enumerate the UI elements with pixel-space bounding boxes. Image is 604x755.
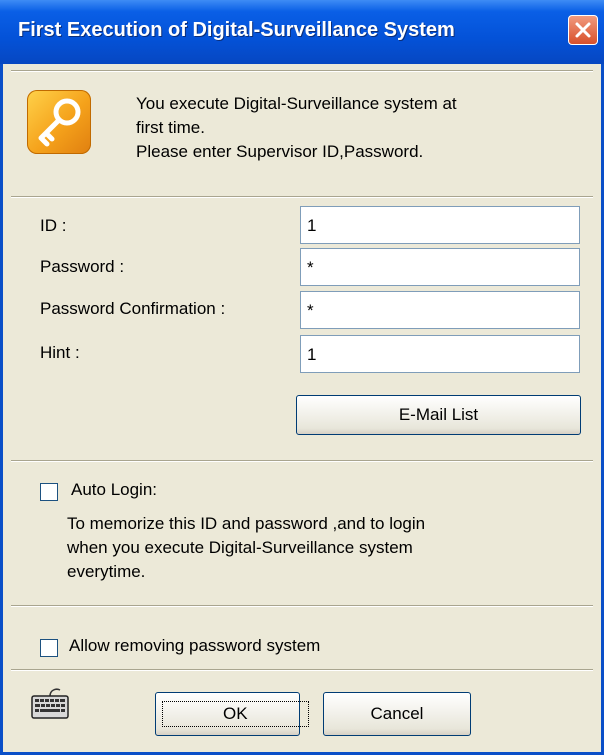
window-title: First Execution of Digital-Surveillance … — [18, 19, 455, 41]
form-divider — [11, 460, 593, 462]
intro-message: You execute Digital-Surveillance system … — [136, 92, 576, 164]
ok-label: OK — [162, 701, 309, 727]
auto-login-checkbox[interactable] — [40, 483, 58, 501]
id-field[interactable] — [300, 206, 580, 244]
auto-login-divider — [11, 605, 593, 607]
password-confirmation-field[interactable] — [300, 291, 580, 329]
cancel-button[interactable]: Cancel — [323, 692, 471, 736]
password-confirmation-label: Password Confirmation : — [40, 299, 226, 318]
password-label: Password : — [40, 257, 125, 276]
key-icon — [27, 90, 91, 154]
hint-field[interactable] — [300, 335, 580, 373]
password-field[interactable] — [300, 248, 580, 286]
auto-login-description: To memorize this ID and password ,and to… — [67, 512, 567, 584]
keyboard-icon[interactable] — [30, 684, 70, 720]
intro-line: You execute Digital-Surveillance system … — [136, 94, 457, 113]
footer-divider — [11, 669, 593, 671]
description-line: when you execute Digital-Surveillance sy… — [67, 538, 413, 557]
allow-remove-password-checkbox[interactable] — [40, 639, 58, 657]
hint-label: Hint : — [40, 343, 80, 362]
description-line: To memorize this ID and password ,and to… — [67, 514, 426, 533]
dialog-window: First Execution of Digital-Surveillance … — [0, 0, 604, 755]
top-divider — [11, 70, 593, 72]
close-icon — [575, 22, 591, 38]
description-line: everytime. — [67, 562, 146, 581]
auto-login-label[interactable]: Auto Login: — [71, 480, 157, 500]
intro-line: first time. — [136, 118, 205, 137]
message-divider — [11, 196, 593, 198]
title-bar[interactable]: First Execution of Digital-Surveillance … — [0, 0, 604, 64]
intro-line: Please enter Supervisor ID,Password. — [136, 142, 424, 161]
email-list-button[interactable]: E-Mail List — [296, 395, 581, 435]
id-label: ID : — [40, 216, 67, 235]
close-button[interactable] — [568, 15, 598, 45]
allow-remove-password-label[interactable]: Allow removing password system — [69, 636, 320, 656]
ok-button[interactable]: OK — [155, 692, 309, 736]
